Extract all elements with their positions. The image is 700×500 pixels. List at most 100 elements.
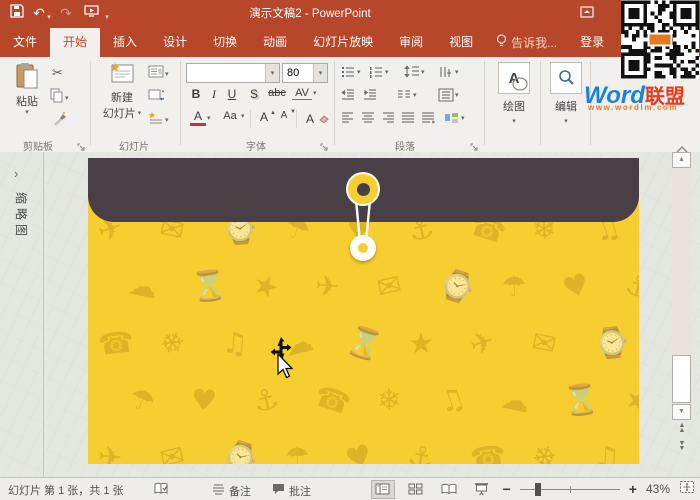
reset-slide-button[interactable] [148,88,167,107]
drawing-group-button[interactable]: A 绘图 ▾ [492,62,536,125]
font-name-dropdown-icon[interactable]: ▾ [265,64,279,82]
underline-button[interactable]: U [224,87,240,101]
slide-layout-button[interactable]: ▾ [148,65,169,83]
ribbon-display-options-icon[interactable] [578,4,596,22]
editing-group-button[interactable]: 编辑 ▾ [546,62,586,125]
tab-insert[interactable]: 插入 [100,28,150,57]
decrease-indent-button[interactable] [340,88,356,102]
cut-button[interactable]: ✂ [52,65,63,81]
paste-dropdown-icon[interactable]: ▾ [25,109,29,116]
line-spacing-button[interactable]: ▾ [404,65,425,79]
previous-slide-icon[interactable]: ▲ ▲ [675,422,689,434]
pane-divider[interactable] [43,152,44,477]
tab-review[interactable]: 审阅 [386,28,436,57]
smartart-dropdown-icon[interactable]: ▾ [461,115,465,122]
character-spacing-button[interactable]: AV ▾ [292,87,317,100]
scrollbar-thumb[interactable] [672,355,691,403]
align-text-button[interactable]: ▾ [438,88,459,102]
align-left-button[interactable] [340,111,356,125]
heart-icon: ♥ [341,436,377,464]
numbering-button[interactable]: ▾ [368,65,389,79]
slide-layout-dropdown-icon[interactable]: ▾ [165,71,169,78]
italic-button[interactable]: I [206,87,222,102]
slide-number-indicator[interactable]: 幻灯片 第 1 张，共 1 张 [8,482,124,498]
sign-in-button[interactable]: 登录 [567,28,617,57]
font-color-button[interactable]: A ▾ [190,110,211,126]
bullets-button[interactable]: ▾ [340,65,361,79]
copy-dropdown-icon[interactable]: ▾ [65,95,69,102]
text-direction-dropdown-icon[interactable]: ▾ [455,69,459,76]
clear-formatting-button[interactable]: A [302,110,329,128]
scroll-up-icon[interactable]: ▲ [672,152,691,168]
columns-button[interactable]: ▾ [396,88,417,102]
normal-view-button[interactable] [370,479,395,499]
paste-button[interactable]: 粘贴 ▾ [8,62,46,116]
expand-thumbnails-chevron-icon[interactable]: › [14,166,18,181]
copy-button[interactable]: ▾ [50,88,69,108]
change-case-button[interactable]: Aa ▾ [220,110,245,122]
editing-dropdown-icon[interactable]: ▾ [564,118,568,125]
align-center-button[interactable] [360,111,376,125]
change-case-dropdown-icon[interactable]: ▾ [241,113,245,120]
zoom-out-button[interactable]: − [503,482,511,496]
tab-view[interactable]: 视图 [436,28,486,57]
section-button[interactable]: ▾ [148,111,169,130]
tell-me-box[interactable]: 告诉我... [486,28,567,57]
slide-canvas[interactable]: ✈ ✉ ⌚ ☂ ♥ ⚓ ☎ ❄ ♫ ☁ ⌛ ★ ✈ ✉ ⌚ ☂ ♥ ⚓ ☎ ❄ ♫ ☁ ⌛ ★ ✈ ✉ ⌚ ☂ ♥ ⚓ ☎ ❄ ♫ ☁ ⌛ ★ ✈ ✉ ⌚ ☂… [88,158,639,464]
slide-sorter-view-button[interactable] [404,480,428,499]
align-right-button[interactable] [380,111,396,125]
strikethrough-button[interactable]: abc [266,87,288,99]
numbering-dropdown-icon[interactable]: ▾ [385,69,389,76]
columns-dropdown-icon[interactable]: ▾ [413,92,417,99]
text-direction-button[interactable]: ▾ [438,65,459,79]
font-color-dropdown-icon[interactable]: ▾ [207,115,211,122]
slides-group-label: 幻灯片 [119,142,149,153]
new-slide-button[interactable]: 新建 幻灯片 ▾ [98,62,146,121]
tab-slideshow[interactable]: 幻灯片放映 [300,28,386,57]
comments-button[interactable]: 批注 [272,482,311,500]
zoom-in-button[interactable]: + [629,482,637,496]
tab-animations[interactable]: 动画 [250,28,300,57]
tab-file[interactable]: 文件 [0,28,50,57]
tab-design[interactable]: 设计 [150,28,200,57]
zoom-slider[interactable] [519,482,620,496]
tab-transitions[interactable]: 切换 [200,28,250,57]
smartart-convert-button[interactable]: ▾ [444,111,465,125]
justify-button[interactable] [400,111,416,125]
reading-view-button[interactable] [437,480,461,499]
slideshow-view-button[interactable] [470,480,494,499]
font-size-dropdown-icon[interactable]: ▾ [313,64,327,82]
clipboard-group-label: 剪贴板 [23,142,53,153]
zoom-slider-thumb[interactable] [534,483,541,496]
bullets-dropdown-icon[interactable]: ▾ [357,69,361,76]
text-shadow-button[interactable]: S [246,87,262,101]
font-dialog-launcher-icon[interactable] [320,139,330,151]
shrink-font-button[interactable]: A ▼ [276,109,296,122]
font-name-combobox[interactable]: ▾ [186,63,280,83]
font-size-combobox[interactable]: 80 ▾ [282,63,328,83]
thumbnails-pane-label[interactable]: 缩略图 [13,192,30,240]
drawing-dropdown-icon[interactable]: ▾ [512,118,516,125]
bold-button[interactable]: B [188,87,204,101]
section-icon [148,111,164,130]
next-slide-icon[interactable]: ▼ ▼ [675,440,689,452]
paragraph-dialog-launcher-icon[interactable] [470,139,480,151]
clipboard-dialog-launcher-icon[interactable] [77,139,87,151]
notes-icon [212,482,225,500]
character-spacing-dropdown-icon[interactable]: ▾ [313,90,317,97]
align-text-dropdown-icon[interactable]: ▾ [455,92,459,99]
tab-home[interactable]: 开始 [50,28,101,57]
scroll-down-icon[interactable]: ▼ [672,404,691,420]
line-spacing-dropdown-icon[interactable]: ▾ [421,69,425,76]
distribute-button[interactable] [420,111,436,125]
notes-button[interactable]: 备注 [212,482,251,500]
fit-slide-to-window-icon[interactable] [679,480,695,499]
increase-indent-button[interactable] [362,88,378,102]
snowflake-icon: ❄ [154,322,190,364]
snowflake-icon: ❄ [376,382,402,418]
spell-check-icon[interactable] [154,482,169,500]
zoom-level[interactable]: 43% [646,482,670,496]
grow-font-button[interactable]: A ▲ [256,110,276,124]
format-painter-button[interactable] [52,111,67,131]
section-dropdown-icon[interactable]: ▾ [165,117,169,124]
